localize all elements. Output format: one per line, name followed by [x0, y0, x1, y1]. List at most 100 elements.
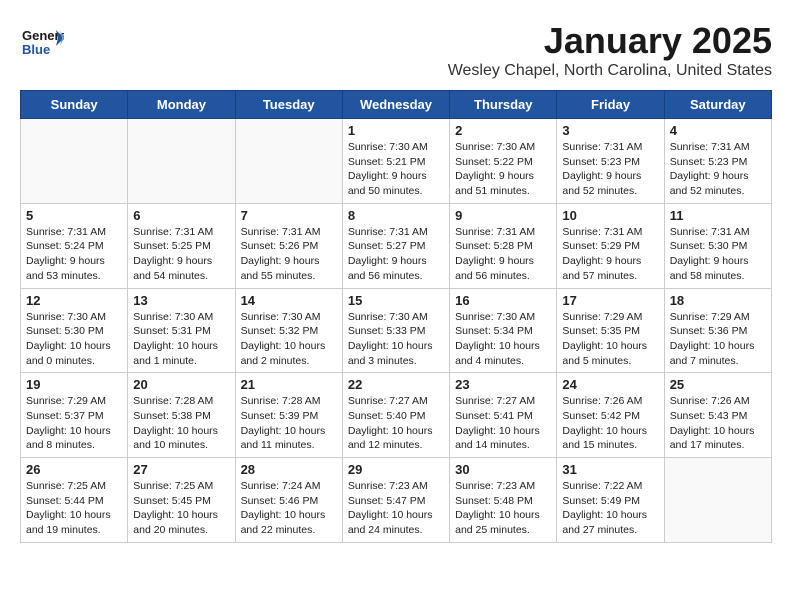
day-number: 3: [562, 123, 658, 138]
cell-text-line: Sunset: 5:42 PM: [562, 409, 658, 424]
title-section: January 2025 Wesley Chapel, North Caroli…: [448, 20, 772, 80]
cell-text-line: Sunset: 5:36 PM: [670, 324, 766, 339]
cell-text-line: Sunset: 5:32 PM: [241, 324, 337, 339]
cell-text-line: Sunrise: 7:31 AM: [241, 225, 337, 240]
cell-text-line: Sunrise: 7:31 AM: [670, 225, 766, 240]
calendar-cell: 11Sunrise: 7:31 AMSunset: 5:30 PMDayligh…: [664, 203, 771, 288]
calendar-cell: 7Sunrise: 7:31 AMSunset: 5:26 PMDaylight…: [235, 203, 342, 288]
weekday-header-row: SundayMondayTuesdayWednesdayThursdayFrid…: [21, 91, 772, 119]
cell-text-line: Sunset: 5:44 PM: [26, 494, 122, 509]
cell-text-line: Daylight: 10 hours: [133, 424, 229, 439]
cell-text-line: Sunset: 5:24 PM: [26, 239, 122, 254]
cell-text-line: Sunset: 5:34 PM: [455, 324, 551, 339]
cell-text-line: Daylight: 10 hours: [455, 508, 551, 523]
cell-text-line: and 56 minutes.: [348, 269, 444, 284]
cell-text-line: and 3 minutes.: [348, 354, 444, 369]
cell-text-line: Sunset: 5:26 PM: [241, 239, 337, 254]
cell-text-line: and 2 minutes.: [241, 354, 337, 369]
cell-text-line: and 19 minutes.: [26, 523, 122, 538]
cell-text-line: Daylight: 9 hours: [562, 254, 658, 269]
cell-text-line: Sunrise: 7:27 AM: [455, 394, 551, 409]
cell-text-line: Sunset: 5:49 PM: [562, 494, 658, 509]
cell-text-line: and 25 minutes.: [455, 523, 551, 538]
calendar-cell: 3Sunrise: 7:31 AMSunset: 5:23 PMDaylight…: [557, 119, 664, 204]
day-number: 24: [562, 377, 658, 392]
cell-text-line: Daylight: 10 hours: [562, 339, 658, 354]
svg-text:Blue: Blue: [22, 42, 50, 57]
day-number: 12: [26, 293, 122, 308]
cell-text-line: Sunrise: 7:23 AM: [455, 479, 551, 494]
cell-text-line: Sunset: 5:47 PM: [348, 494, 444, 509]
cell-text-line: Sunset: 5:33 PM: [348, 324, 444, 339]
calendar-cell: 19Sunrise: 7:29 AMSunset: 5:37 PMDayligh…: [21, 373, 128, 458]
cell-text-line: Daylight: 9 hours: [562, 169, 658, 184]
cell-text-line: Daylight: 10 hours: [670, 339, 766, 354]
day-number: 22: [348, 377, 444, 392]
cell-text-line: Daylight: 10 hours: [562, 424, 658, 439]
cell-text-line: Daylight: 10 hours: [241, 508, 337, 523]
cell-text-line: and 20 minutes.: [133, 523, 229, 538]
day-number: 16: [455, 293, 551, 308]
day-number: 15: [348, 293, 444, 308]
cell-text-line: and 24 minutes.: [348, 523, 444, 538]
cell-text-line: Sunrise: 7:22 AM: [562, 479, 658, 494]
cell-text-line: and 17 minutes.: [670, 438, 766, 453]
calendar-cell: 6Sunrise: 7:31 AMSunset: 5:25 PMDaylight…: [128, 203, 235, 288]
day-number: 4: [670, 123, 766, 138]
calendar-cell: 31Sunrise: 7:22 AMSunset: 5:49 PMDayligh…: [557, 458, 664, 543]
cell-text-line: and 7 minutes.: [670, 354, 766, 369]
calendar-cell: [21, 119, 128, 204]
calendar-week-5: 26 Sunrise: 7:25 AM Sunset: 5:44 PM Dayligh…: [21, 458, 772, 543]
cell-text-line: Daylight: 9 hours: [455, 254, 551, 269]
calendar-cell: 21Sunrise: 7:28 AMSunset: 5:39 PMDayligh…: [235, 373, 342, 458]
cell-text-line: Sunrise: 7:30 AM: [455, 140, 551, 155]
calendar-cell: 20Sunrise: 7:28 AMSunset: 5:38 PMDayligh…: [128, 373, 235, 458]
day-number: 6: [133, 208, 229, 223]
day-number: 20: [133, 377, 229, 392]
calendar-cell: 1Sunrise: 7:30 AMSunset: 5:21 PMDaylight…: [342, 119, 449, 204]
cell-text-line: Sunrise: 7:28 AM: [241, 394, 337, 409]
day-number: 21: [241, 377, 337, 392]
calendar-cell: 4Sunrise: 7:31 AMSunset: 5:23 PMDaylight…: [664, 119, 771, 204]
day-number: 2: [455, 123, 551, 138]
location-title: Wesley Chapel, North Carolina, United St…: [448, 62, 772, 80]
cell-text-line: Sunset: 5:28 PM: [455, 239, 551, 254]
cell-text-line: Daylight: 9 hours: [670, 254, 766, 269]
page-header: General Blue January 2025 Wesley Chapel,…: [20, 20, 772, 80]
cell-text-line: Sunset: 5:45 PM: [133, 494, 229, 509]
cell-text-line: and 8 minutes.: [26, 438, 122, 453]
cell-text-line: and 0 minutes.: [26, 354, 122, 369]
cell-text-line: Daylight: 10 hours: [348, 508, 444, 523]
day-number: 29: [348, 462, 444, 477]
cell-text-line: Daylight: 10 hours: [133, 508, 229, 523]
cell-text-line: Sunrise: 7:29 AM: [670, 310, 766, 325]
calendar-cell: 8Sunrise: 7:31 AMSunset: 5:27 PMDaylight…: [342, 203, 449, 288]
cell-text-line: Sunset: 5:39 PM: [241, 409, 337, 424]
cell-text-line: Sunrise: 7:31 AM: [133, 225, 229, 240]
cell-text-line: Sunrise: 7:31 AM: [670, 140, 766, 155]
cell-text-line: Sunset: 5:37 PM: [26, 409, 122, 424]
cell-text-line: Sunrise: 7:25 AM: [133, 479, 229, 494]
calendar-cell: 26Sunrise: 7:25 AMSunset: 5:44 PMDayligh…: [21, 458, 128, 543]
weekday-header-monday: Monday: [128, 91, 235, 119]
cell-text-line: and 5 minutes.: [562, 354, 658, 369]
cell-text-line: Daylight: 10 hours: [26, 424, 122, 439]
calendar-cell: 9Sunrise: 7:31 AMSunset: 5:28 PMDaylight…: [450, 203, 557, 288]
logo-icon: General Blue: [20, 20, 64, 64]
calendar-cell: 24Sunrise: 7:26 AMSunset: 5:42 PMDayligh…: [557, 373, 664, 458]
cell-text-line: Sunrise: 7:31 AM: [26, 225, 122, 240]
day-number: 25: [670, 377, 766, 392]
cell-text-line: Sunset: 5:27 PM: [348, 239, 444, 254]
cell-text-line: and 15 minutes.: [562, 438, 658, 453]
day-number: 26: [26, 462, 122, 477]
weekday-header-friday: Friday: [557, 91, 664, 119]
cell-text-line: and 55 minutes.: [241, 269, 337, 284]
day-number: 23: [455, 377, 551, 392]
day-number: 19: [26, 377, 122, 392]
calendar-week-3: 12Sunrise: 7:30 AMSunset: 5:30 PMDayligh…: [21, 288, 772, 373]
weekday-header-saturday: Saturday: [664, 91, 771, 119]
cell-text-line: and 4 minutes.: [455, 354, 551, 369]
day-number: 28: [241, 462, 337, 477]
cell-text-line: Sunrise: 7:27 AM: [348, 394, 444, 409]
cell-text-line: and 52 minutes.: [670, 184, 766, 199]
